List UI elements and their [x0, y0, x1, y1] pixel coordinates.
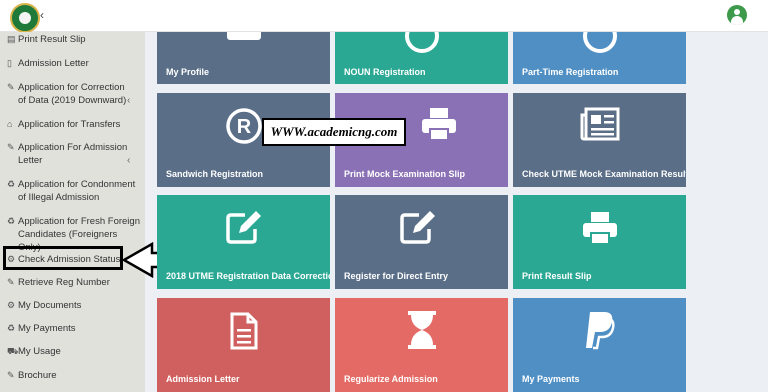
tile-part-time-registration[interactable]: Part-Time Registration	[513, 32, 686, 84]
tile-label: NOUN Registration	[344, 67, 426, 77]
tile-label: Print Mock Examination Slip	[344, 169, 466, 179]
profile-icon	[226, 32, 261, 40]
tile-print-result-slip[interactable]: Print Result Slip	[513, 195, 686, 289]
sidebar-item-label: Brochure	[18, 370, 57, 381]
tile-label: My Payments	[522, 374, 580, 384]
tile-label: Part-Time Registration	[522, 67, 619, 77]
tile-2018-utme-data-correction[interactable]: 2018 UTME Registration Data Correction	[157, 195, 330, 289]
user-avatar-icon[interactable]	[727, 5, 747, 25]
tile-label: 2018 UTME Registration Data Correction	[166, 271, 330, 281]
sidebar-item-my-payments[interactable]: ♻ My Payments	[7, 322, 137, 335]
document-icon	[230, 312, 257, 350]
sidebar-item-my-usage[interactable]: ⛟ My Usage	[7, 345, 137, 358]
watermark: WWW.academicng.com	[262, 118, 406, 146]
tile-admission-letter[interactable]: Admission Letter	[157, 298, 330, 392]
sidebar-item-label: Admission Letter	[18, 58, 89, 69]
sidebar-item-admission-letter-application[interactable]: ✎ Application For Admission Letter ‹	[7, 141, 130, 167]
sidebar-item-retrieve-reg-number[interactable]: ✎ Retrieve Reg Number	[7, 276, 137, 289]
sidebar-item-my-documents[interactable]: ⚙ My Documents	[7, 299, 137, 312]
edit-icon: ✎	[7, 82, 15, 92]
recycle-icon: ♻	[7, 179, 16, 189]
tile-label: My Profile	[166, 67, 210, 77]
sidebar-item-label: My Documents	[18, 300, 82, 311]
sidebar-item-label: Application for Transfers	[18, 119, 121, 130]
printer-icon: ▤	[7, 34, 16, 44]
edit-icon	[225, 211, 261, 244]
hourglass-icon	[407, 311, 436, 349]
registered-icon: R	[225, 108, 262, 144]
tile-label: Register for Direct Entry	[344, 271, 449, 281]
sidebar-item-label: Print Result Slip	[18, 34, 86, 45]
jamb-logo[interactable]	[10, 3, 40, 33]
tile-check-utme-mock-results[interactable]: Check UTME Mock Examination Results	[513, 93, 686, 187]
tile-label: Regularize Admission	[344, 374, 438, 384]
paypal-icon	[585, 312, 615, 350]
tile-label: Admission Letter	[166, 374, 240, 384]
sidebar-item-admission-letter[interactable]: ▯ Admission Letter	[7, 57, 137, 70]
sidebar-item-label: Application for Correction of Data (2019…	[18, 82, 127, 106]
sidebar-item-transfers[interactable]: ⌂ Application for Transfers	[7, 118, 137, 131]
sidebar-item-label: My Usage	[18, 346, 61, 357]
tile-label: Check UTME Mock Examination Results	[522, 169, 686, 179]
edit-icon: ✎	[7, 142, 15, 152]
chevron-left-icon[interactable]: ‹	[127, 94, 130, 107]
edit-icon: ✎	[7, 370, 15, 380]
sidebar-item-condonment[interactable]: ♻ Application for Condonment of Illegal …	[7, 178, 142, 204]
tile-regularize-admission[interactable]: Regularize Admission	[335, 298, 508, 392]
tile-label: Print Result Slip	[522, 271, 592, 281]
newspaper-icon	[580, 107, 619, 141]
sidebar-item-label: My Payments	[18, 323, 76, 334]
sidebar-toggle-icon[interactable]: ‹	[40, 8, 44, 22]
sidebar-item-brochure[interactable]: ✎ Brochure	[7, 369, 137, 382]
sidebar-item-label: Application for Condonment of Illegal Ad…	[18, 179, 136, 203]
tile-my-payments[interactable]: My Payments	[513, 298, 686, 392]
sidebar-item-label: Retrieve Reg Number	[18, 277, 110, 288]
tile-my-profile[interactable]: My Profile	[157, 32, 330, 84]
tile-register-for-direct-entry[interactable]: Register for Direct Entry	[335, 195, 508, 289]
top-bar: ‹	[0, 0, 768, 33]
printer-icon	[582, 212, 617, 245]
printer-icon	[421, 108, 456, 141]
highlight-box	[3, 246, 123, 270]
bank-icon: ⌂	[7, 119, 13, 129]
cart-icon: ⛟	[7, 346, 19, 356]
edit-icon	[400, 211, 436, 244]
svg-text:R: R	[236, 116, 251, 138]
registered-icon	[582, 32, 617, 53]
tile-label: Sandwich Registration	[166, 169, 264, 179]
sidebar-item-label: Application For Admission Letter	[18, 142, 128, 166]
sidebar-item-correction-of-data[interactable]: ✎ Application for Correction of Data (20…	[7, 81, 131, 107]
sidebar-item-print-result-slip[interactable]: ▤ Print Result Slip	[7, 33, 137, 46]
document-icon: ▯	[7, 58, 12, 68]
sidebar: ▤ Print Result Slip ▯ Admission Letter ✎…	[0, 32, 145, 392]
gear-icon: ⚙	[7, 300, 16, 310]
chevron-left-icon[interactable]: ‹	[127, 154, 130, 167]
recycle-icon: ♻	[7, 323, 16, 333]
edit-icon: ✎	[7, 277, 15, 287]
tile-noun-registration[interactable]: NOUN Registration	[335, 32, 508, 84]
registered-icon	[404, 32, 439, 53]
